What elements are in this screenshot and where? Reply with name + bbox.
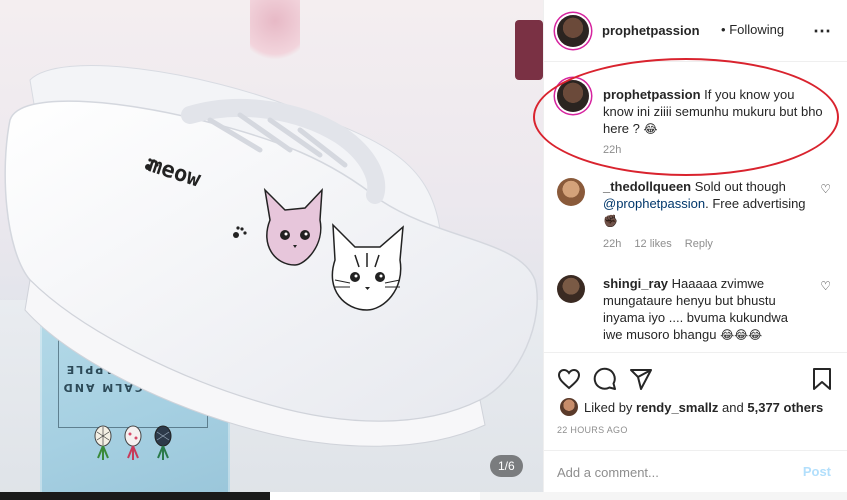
comment-emoji: 😂😂😂	[720, 328, 763, 342]
comment-mention[interactable]: @prophetpassion	[603, 196, 705, 211]
caption-username[interactable]: prophetpassion	[603, 87, 701, 102]
liker-avatar[interactable]	[560, 398, 578, 416]
comment-likes[interactable]: 12 likes	[634, 238, 671, 250]
likes-summary: Liked by rendy_smallz and 5,377 others	[557, 397, 847, 417]
follow-status[interactable]: • Following	[721, 22, 784, 37]
comment-body-cont: . Free advertising	[705, 196, 806, 211]
caption-time[interactable]: 22h	[603, 144, 621, 156]
header-username[interactable]: prophetpassion	[602, 23, 700, 38]
comment-username[interactable]: _thedollqueen	[603, 179, 691, 194]
bottom-decoration	[0, 492, 270, 500]
reply-button[interactable]: Reply	[685, 238, 713, 250]
caption-text: prophetpassion If you know you know ini …	[603, 86, 823, 138]
comment-text: shingi_ray Haaaaa zvimwe mungataure heny…	[603, 275, 808, 344]
likes-count[interactable]: 5,377 others	[747, 400, 823, 415]
comment-meta: 22h 12 likes Reply	[603, 238, 723, 250]
sneaker-illustration	[4, 65, 538, 447]
comment-emoji: ✊🏿	[603, 214, 618, 228]
separator: •	[721, 22, 726, 37]
post-button[interactable]: Post	[803, 464, 831, 479]
following-label[interactable]: Following	[729, 22, 784, 37]
likes-prefix: Liked by	[584, 400, 633, 415]
comment-like-icon[interactable]: ♡	[820, 182, 831, 196]
heart-icon[interactable]	[557, 367, 581, 391]
comment-input[interactable]	[557, 462, 787, 482]
post-timestamp[interactable]: 22 HOURS AGO	[557, 425, 628, 435]
comment-like-icon[interactable]: ♡	[820, 279, 831, 293]
page-bottom-edge	[0, 492, 847, 500]
comment-icon[interactable]	[593, 367, 617, 391]
likes-text: Liked by rendy_smallz and 5,377 others	[584, 400, 823, 415]
comment-username[interactable]: shingi_ray	[603, 276, 668, 291]
caption-emoji: 😂	[643, 122, 658, 136]
image-counter: 1/6	[490, 455, 523, 477]
comment-text: _thedollqueen Sold out though @prophetpa…	[603, 178, 808, 230]
avatar[interactable]	[557, 80, 589, 112]
post-photo[interactable]: KEEP CALM AND EAT PINEAPPLE	[0, 0, 543, 500]
comment-body: Sold out though	[694, 179, 786, 194]
avatar[interactable]	[557, 275, 585, 303]
liker-username[interactable]: rendy_smallz	[636, 400, 718, 415]
bottom-decoration	[480, 492, 847, 500]
share-icon[interactable]	[629, 367, 653, 391]
avatar[interactable]	[557, 15, 589, 47]
avatar[interactable]	[557, 178, 585, 206]
comment-time[interactable]: 22h	[603, 238, 621, 250]
post-header: prophetpassion • Following ⋯	[544, 0, 847, 62]
post-sidebar: prophetpassion • Following ⋯ prophetpass…	[543, 0, 847, 500]
bookmark-icon[interactable]	[810, 367, 834, 391]
action-bar	[544, 352, 847, 400]
likes-middle: and	[722, 400, 744, 415]
more-options-icon[interactable]: ⋯	[813, 21, 832, 42]
add-comment-bar: Post	[544, 450, 847, 492]
